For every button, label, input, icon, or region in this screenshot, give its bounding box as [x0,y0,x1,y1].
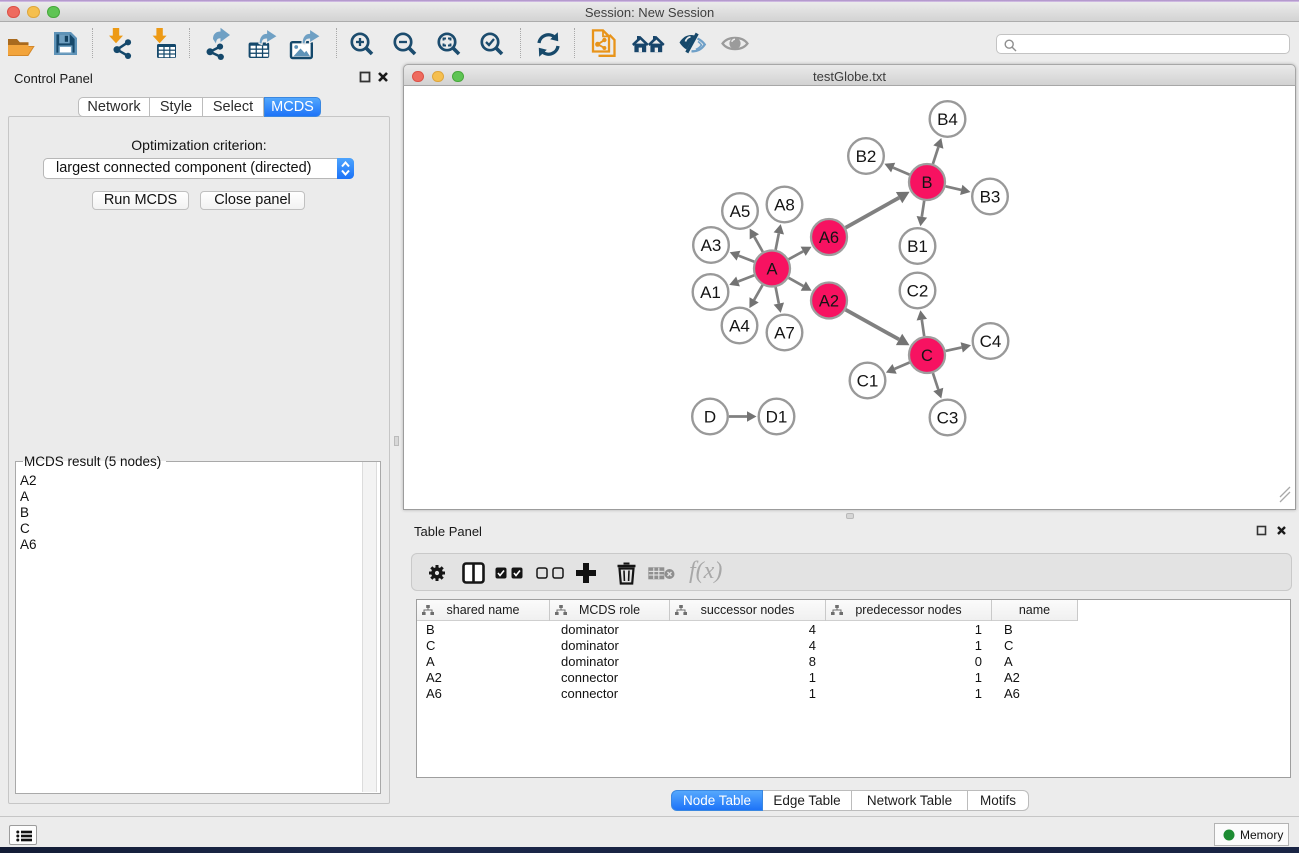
svg-text:A: A [766,261,777,279]
svg-text:A5: A5 [730,202,751,221]
svg-text:C1: C1 [857,372,879,391]
svg-text:D1: D1 [766,408,788,427]
svg-text:B: B [921,174,932,192]
svg-text:A7: A7 [774,324,795,343]
svg-text:B2: B2 [856,147,877,166]
svg-text:A3: A3 [701,236,722,255]
svg-text:A1: A1 [700,283,721,302]
svg-text:C: C [921,347,933,365]
svg-text:A8: A8 [774,196,795,215]
svg-text:B4: B4 [937,110,958,129]
svg-text:D: D [704,408,716,427]
svg-text:C4: C4 [980,332,1002,351]
svg-text:C2: C2 [907,282,929,301]
svg-text:A4: A4 [729,317,750,336]
svg-text:C3: C3 [937,409,959,428]
svg-text:A2: A2 [819,293,839,311]
svg-text:B1: B1 [907,237,928,256]
svg-text:B3: B3 [980,188,1001,207]
svg-text:A6: A6 [819,229,839,247]
